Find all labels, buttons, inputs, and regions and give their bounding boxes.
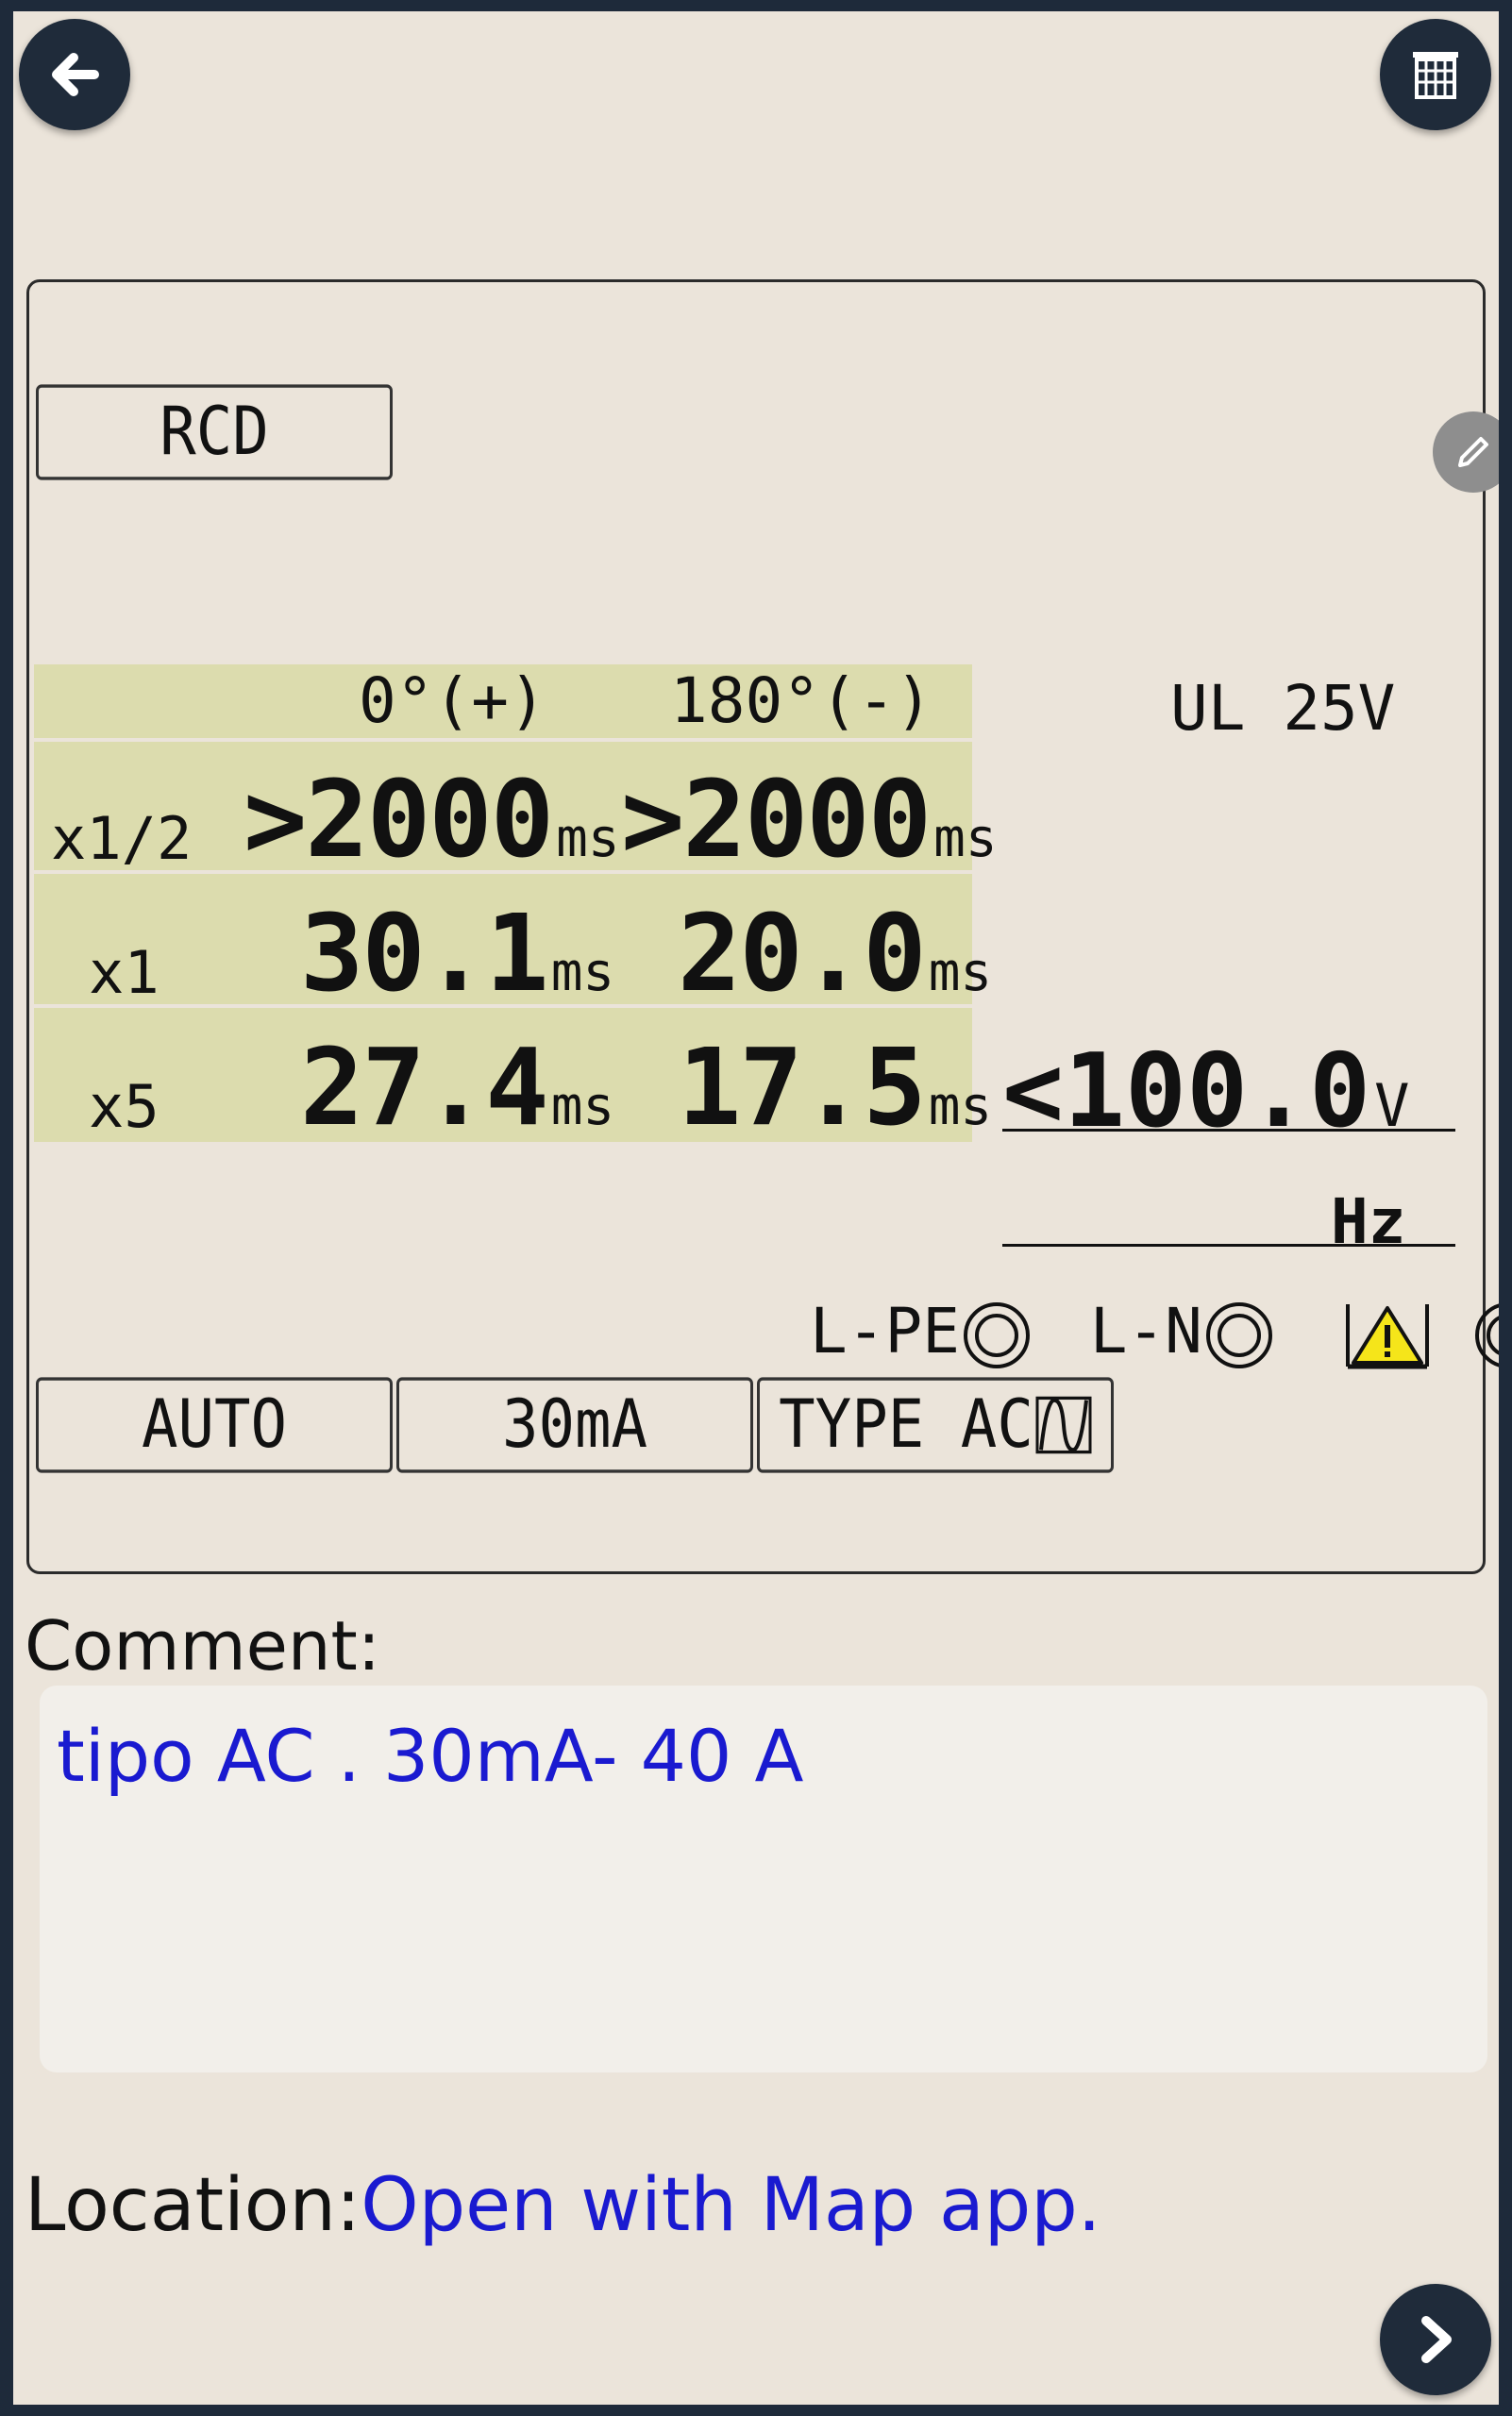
warning-icon — [1345, 1303, 1429, 1369]
pos-value-x5: 27.4ms — [300, 1027, 615, 1149]
lpe-status-icon — [963, 1301, 1030, 1368]
arrow-left-icon — [52, 53, 99, 96]
neg-value-x5: 17.5ms — [678, 1027, 993, 1149]
row-label-x1: x1 — [89, 938, 160, 1007]
current-button[interactable]: 30mA — [396, 1377, 753, 1473]
pencil-icon — [1458, 437, 1488, 467]
back-button[interactable] — [19, 19, 130, 130]
type-label: TYPE AC — [779, 1386, 1033, 1464]
rcd-function-button[interactable]: RCD — [36, 384, 393, 480]
trash-icon — [1413, 52, 1458, 99]
voltage-reading: <100.0V — [1002, 1032, 1410, 1150]
ln-label: L-N — [1089, 1295, 1202, 1367]
header-negative: 180°(-) — [670, 664, 933, 737]
pos-value-x1-2: >2000ms — [244, 759, 620, 881]
next-button[interactable] — [1380, 2284, 1491, 2395]
status-ring-icon — [1475, 1303, 1499, 1367]
location-row: Location:Open with Map app. — [25, 2163, 1101, 2248]
mode-button[interactable]: AUTO — [36, 1377, 393, 1473]
comment-input[interactable]: tipo AC . 30mA- 40 A — [40, 1686, 1487, 2072]
comment-text: tipo AC . 30mA- 40 A — [57, 1714, 804, 1798]
row-label-x1-2: x1/2 — [51, 804, 193, 873]
chevron-right-icon — [1421, 2316, 1452, 2363]
ac-wave-icon — [1035, 1396, 1092, 1454]
results-table: 0°(+) 180°(-) x1/2 >2000ms >2000ms x1 30… — [34, 664, 998, 1149]
neg-value-x1-2: >2000ms — [621, 759, 998, 881]
pos-value-x1: 30.1ms — [300, 893, 615, 1015]
frequency-underline — [1002, 1244, 1455, 1247]
delete-button[interactable] — [1380, 19, 1491, 130]
type-button[interactable]: TYPE AC — [757, 1377, 1114, 1473]
header-positive: 0°(+) — [359, 664, 546, 737]
ul-voltage-label: UL 25V — [1170, 672, 1396, 745]
table-separator — [34, 738, 972, 742]
neg-value-x1: 20.0ms — [678, 893, 993, 1015]
voltage-underline — [1002, 1129, 1455, 1132]
screen: RCD 0°(+) 180°(-) x1/2 >2000ms >2000ms x… — [13, 11, 1499, 2405]
ln-status-icon — [1205, 1301, 1272, 1368]
row-label-x5: x5 — [89, 1072, 160, 1141]
connection-indicators: L-PE L-N — [810, 1295, 1499, 1370]
frequency-unit: Hz — [1331, 1185, 1406, 1258]
lpe-label: L-PE — [810, 1295, 960, 1367]
comment-label: Comment: — [25, 1606, 381, 1686]
location-label: Location: — [25, 2163, 361, 2248]
open-map-link[interactable]: Open with Map app. — [361, 2163, 1100, 2248]
